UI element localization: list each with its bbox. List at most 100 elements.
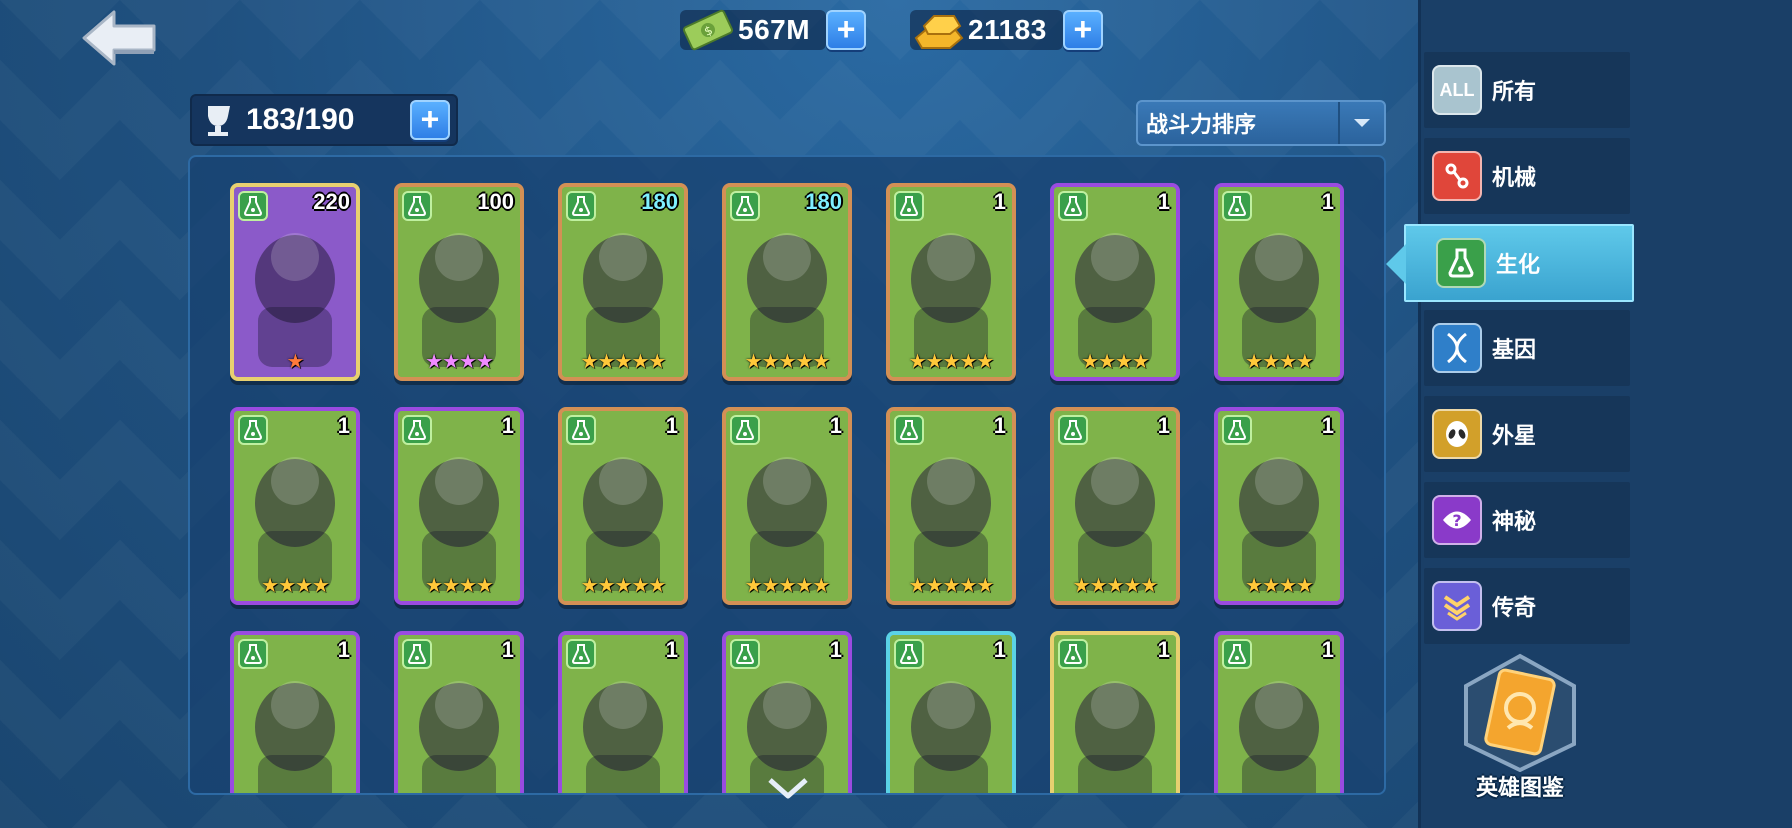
sidebar-item-dna[interactable]: 基因 bbox=[1424, 310, 1630, 386]
biochem-flask-icon bbox=[1436, 238, 1486, 288]
sidebar-item-label: 神秘 bbox=[1492, 509, 1537, 534]
hero-level: 180 bbox=[641, 189, 678, 214]
hero-card[interactable]: 1 bbox=[394, 631, 524, 793]
add-cash-button[interactable]: + bbox=[826, 10, 867, 50]
sidebar-item-mystery[interactable]: ? 神秘 bbox=[1424, 482, 1630, 558]
biochem-flask-icon bbox=[238, 415, 268, 445]
hero-card[interactable]: 1 ★★★★★ bbox=[1050, 407, 1180, 605]
alien-icon bbox=[1432, 409, 1482, 459]
hero-level: 1 bbox=[993, 413, 1006, 438]
hero-card[interactable]: 1 bbox=[230, 631, 360, 793]
hero-card[interactable]: 100 ★★★★ bbox=[394, 183, 524, 381]
hero-card[interactable]: 180 ★★★★★ bbox=[722, 183, 852, 381]
hero-level: 1 bbox=[1321, 637, 1334, 662]
biochem-flask-icon bbox=[1058, 415, 1088, 445]
sidebar-item-mechanical[interactable]: 机械 bbox=[1424, 138, 1630, 214]
hero-stars: ★★★★★ bbox=[908, 575, 995, 597]
hero-stars: ★★★★★ bbox=[744, 575, 831, 597]
hero-level: 1 bbox=[665, 413, 678, 438]
hero-level: 1 bbox=[993, 189, 1006, 214]
hero-grid-panel: 220 ★ 100 ★★★★ 180 ★★★★★ 180 ★★★★★ 1 ★★★… bbox=[188, 155, 1386, 795]
hero-level: 1 bbox=[829, 637, 842, 662]
hero-card[interactable]: 1 ★★★★ bbox=[1214, 407, 1344, 605]
codex-label: 英雄图鉴 bbox=[1475, 775, 1564, 800]
hero-card[interactable]: 1 bbox=[1050, 631, 1180, 793]
hero-level: 1 bbox=[501, 637, 514, 662]
hero-card[interactable]: 1 bbox=[1214, 631, 1344, 793]
chevron-down-icon bbox=[1338, 102, 1384, 144]
biochem-flask-icon bbox=[238, 191, 268, 221]
sidebar-item-all[interactable]: ALL 所有 bbox=[1424, 52, 1630, 128]
roster-capacity: 183/190 + bbox=[190, 94, 458, 146]
sidebar-item-label: 所有 bbox=[1492, 79, 1537, 104]
biochem-flask-icon bbox=[566, 639, 596, 669]
dna-icon bbox=[1432, 323, 1482, 373]
scroll-down-chevron-icon bbox=[768, 778, 808, 799]
hero-card[interactable]: 1 ★★★★★ bbox=[558, 407, 688, 605]
biochem-flask-icon bbox=[894, 415, 924, 445]
hero-stars: ★ bbox=[286, 351, 305, 373]
cash-amount: 567M bbox=[738, 14, 811, 45]
hero-card[interactable]: 1 ★★★★ bbox=[230, 407, 360, 605]
hero-level: 1 bbox=[337, 637, 350, 662]
biochem-flask-icon bbox=[402, 639, 432, 669]
hero-card[interactable]: 1 ★★★★ bbox=[1214, 183, 1344, 381]
sidebar-item-biochem-flask[interactable]: 生化 bbox=[1386, 224, 1634, 302]
mystery-icon: ? bbox=[1432, 495, 1482, 545]
hero-card[interactable]: 1 ★★★★ bbox=[394, 407, 524, 605]
biochem-flask-icon bbox=[730, 415, 760, 445]
hero-level: 1 bbox=[1321, 413, 1334, 438]
biochem-flask-icon bbox=[566, 415, 596, 445]
hero-card[interactable]: 1 ★★★★★ bbox=[886, 407, 1016, 605]
hero-stars: ★★★★ bbox=[425, 351, 494, 373]
sort-dropdown[interactable]: 战斗力排序 bbox=[1136, 100, 1386, 146]
hero-codex-button[interactable]: 英雄图鉴 bbox=[1450, 652, 1590, 802]
expand-roster-button[interactable]: + bbox=[410, 100, 450, 140]
hero-card[interactable]: 1 ★★★★★ bbox=[722, 407, 852, 605]
hero-card[interactable]: 180 ★★★★★ bbox=[558, 183, 688, 381]
hero-card[interactable]: 1 bbox=[886, 631, 1016, 793]
hero-level: 1 bbox=[1157, 637, 1170, 662]
all-icon: ALL bbox=[1432, 65, 1482, 115]
hero-stars: ★★★★ bbox=[1245, 575, 1314, 597]
cash-currency: $ 567M + bbox=[680, 9, 867, 51]
biochem-flask-icon bbox=[894, 191, 924, 221]
codex-book-icon bbox=[1464, 653, 1576, 773]
sort-dropdown-label: 战斗力排序 bbox=[1146, 112, 1257, 137]
hero-stars: ★★★★★ bbox=[1072, 575, 1159, 597]
biochem-flask-icon bbox=[1058, 639, 1088, 669]
hero-level: 1 bbox=[829, 413, 842, 438]
hero-level: 1 bbox=[501, 413, 514, 438]
hero-level: 220 bbox=[313, 189, 350, 214]
hero-card[interactable]: 1 bbox=[558, 631, 688, 793]
biochem-flask-icon bbox=[894, 639, 924, 669]
sidebar-item-label: 传奇 bbox=[1492, 595, 1537, 620]
gold-bar-icon bbox=[914, 15, 964, 49]
hero-card[interactable]: 1 ★★★★ bbox=[1050, 183, 1180, 381]
biochem-flask-icon bbox=[238, 639, 268, 669]
biochem-flask-icon bbox=[402, 415, 432, 445]
hero-card[interactable]: 1 bbox=[722, 631, 852, 793]
hero-stars: ★★★★ bbox=[261, 575, 330, 597]
biochem-flask-icon bbox=[566, 191, 596, 221]
biochem-flask-icon bbox=[1058, 191, 1088, 221]
hero-card[interactable]: 220 ★ bbox=[230, 183, 360, 381]
hero-grid: 220 ★ 100 ★★★★ 180 ★★★★★ 180 ★★★★★ 1 ★★★… bbox=[230, 183, 1344, 793]
mechanical-icon bbox=[1432, 151, 1482, 201]
sidebar-item-legend[interactable]: 传奇 bbox=[1424, 568, 1630, 644]
hero-capacity-icon bbox=[208, 106, 230, 136]
biochem-flask-icon bbox=[730, 639, 760, 669]
sidebar-item-alien[interactable]: 外星 bbox=[1424, 396, 1630, 472]
svg-text:?: ? bbox=[1452, 511, 1461, 530]
biochem-flask-icon bbox=[730, 191, 760, 221]
sidebar-item-label: 外星 bbox=[1492, 423, 1537, 448]
cash-icon: $ bbox=[682, 9, 734, 51]
roster-count-text: 183/190 bbox=[246, 103, 355, 136]
hero-level: 180 bbox=[805, 189, 842, 214]
gold-amount: 21183 bbox=[968, 14, 1047, 45]
hero-card[interactable]: 1 ★★★★★ bbox=[886, 183, 1016, 381]
add-gold-button[interactable]: + bbox=[1062, 10, 1103, 50]
biochem-flask-icon bbox=[1222, 191, 1252, 221]
back-button[interactable] bbox=[80, 8, 160, 68]
biochem-flask-icon bbox=[1222, 415, 1252, 445]
